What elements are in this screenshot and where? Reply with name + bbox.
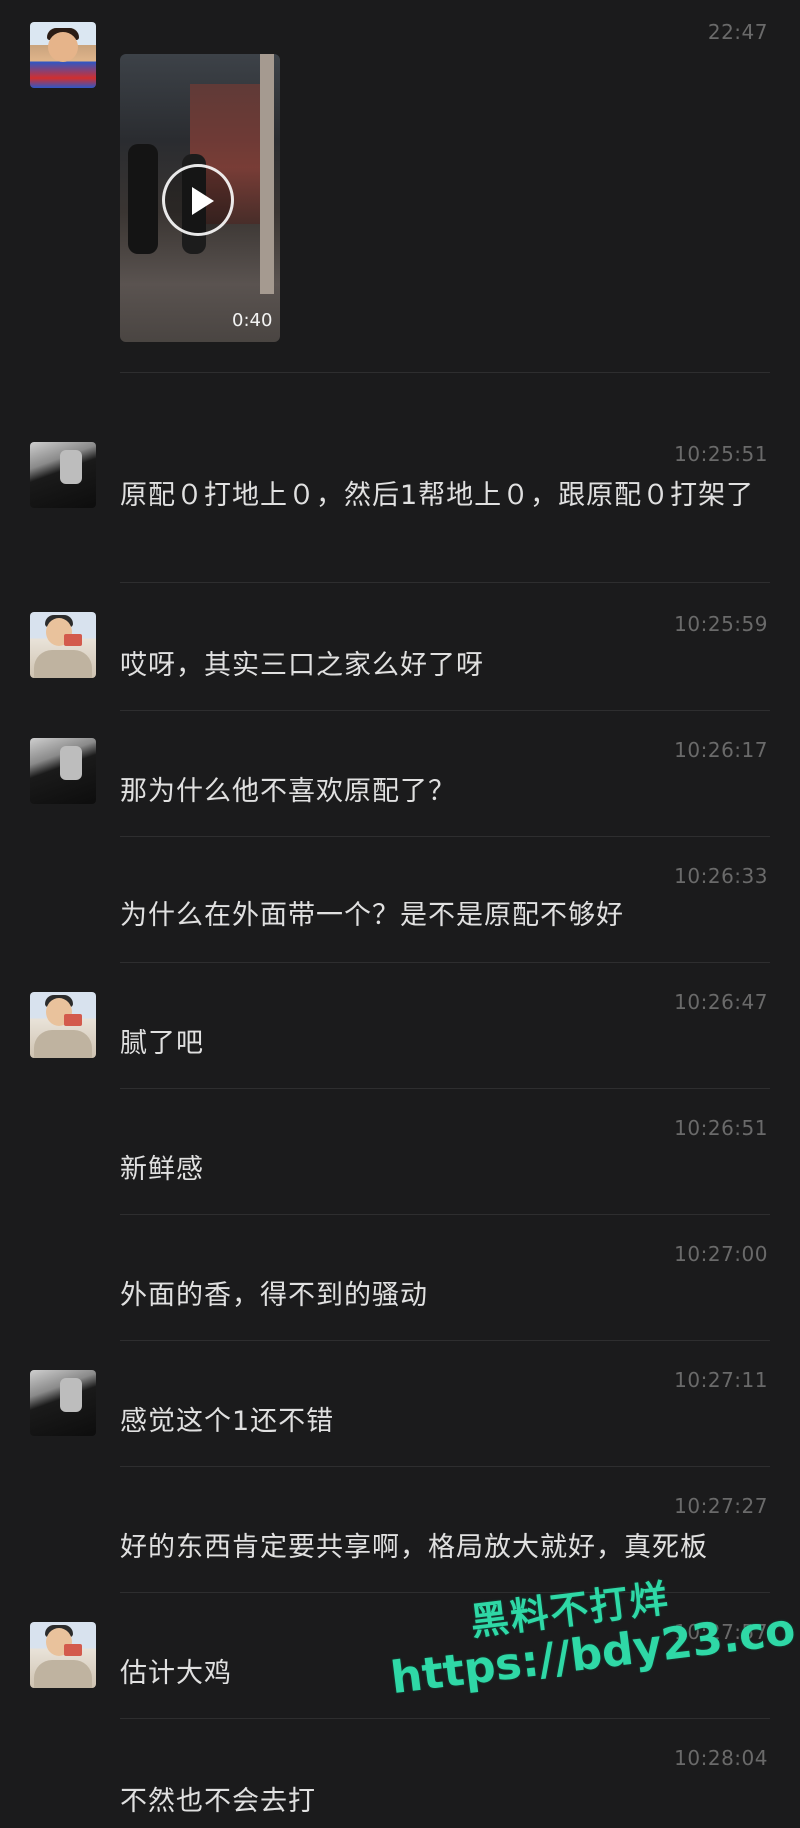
message-text: 感觉这个1还不错 — [120, 1406, 335, 1437]
avatar[interactable] — [30, 738, 96, 804]
message-time: 10:25:59 — [674, 612, 768, 636]
divider — [120, 1718, 770, 1719]
divider — [120, 710, 770, 711]
divider — [120, 836, 770, 837]
message-text: 外面的香，得不到的骚动 — [120, 1280, 428, 1311]
message-text: 不然也不会去打 — [120, 1786, 316, 1817]
avatar[interactable] — [30, 1622, 96, 1688]
message-text: 那为什么他不喜欢原配了？ — [120, 776, 456, 807]
message-time: 10:28:04 — [674, 1746, 768, 1770]
message-time: 10:26:47 — [674, 990, 768, 1014]
divider — [120, 1466, 770, 1467]
message-time: 10:27:00 — [674, 1242, 768, 1266]
chat-history: 22:47 0:40 10:25:51 原配０打地上０，然后1帮地上０，跟原配０… — [0, 0, 800, 1828]
play-icon[interactable] — [162, 164, 234, 236]
divider — [120, 372, 770, 373]
message-text: 原配０打地上０，然后1帮地上０，跟原配０打架了 — [120, 480, 755, 511]
message-time: 10:26:33 — [674, 864, 768, 888]
divider — [120, 582, 770, 583]
message-time: 10:26:51 — [674, 1116, 768, 1140]
message-time: 22:47 — [707, 20, 768, 44]
message-text: 腻了吧 — [120, 1028, 204, 1059]
message-time: 10:26:17 — [674, 738, 768, 762]
message-text: 新鲜感 — [120, 1154, 204, 1185]
divider — [120, 1214, 770, 1215]
message-text: 为什么在外面带一个？是不是原配不够好 — [120, 900, 624, 931]
message-text: 哎呀，其实三口之家么好了呀 — [120, 650, 484, 681]
avatar[interactable] — [30, 992, 96, 1058]
divider — [120, 1340, 770, 1341]
message-time: 10:27:27 — [674, 1494, 768, 1518]
divider — [120, 1592, 770, 1593]
message-time: 10:27:11 — [674, 1368, 768, 1392]
avatar[interactable] — [30, 22, 96, 88]
avatar[interactable] — [30, 1370, 96, 1436]
avatar[interactable] — [30, 612, 96, 678]
video-duration: 0:40 — [232, 310, 273, 331]
avatar[interactable] — [30, 442, 96, 508]
divider — [120, 1088, 770, 1089]
message-text: 好的东西肯定要共享啊，格局放大就好，真死板 — [120, 1532, 708, 1563]
divider — [120, 962, 770, 963]
message-time: 10:25:51 — [674, 442, 768, 466]
video-thumbnail[interactable]: 0:40 — [120, 54, 280, 342]
